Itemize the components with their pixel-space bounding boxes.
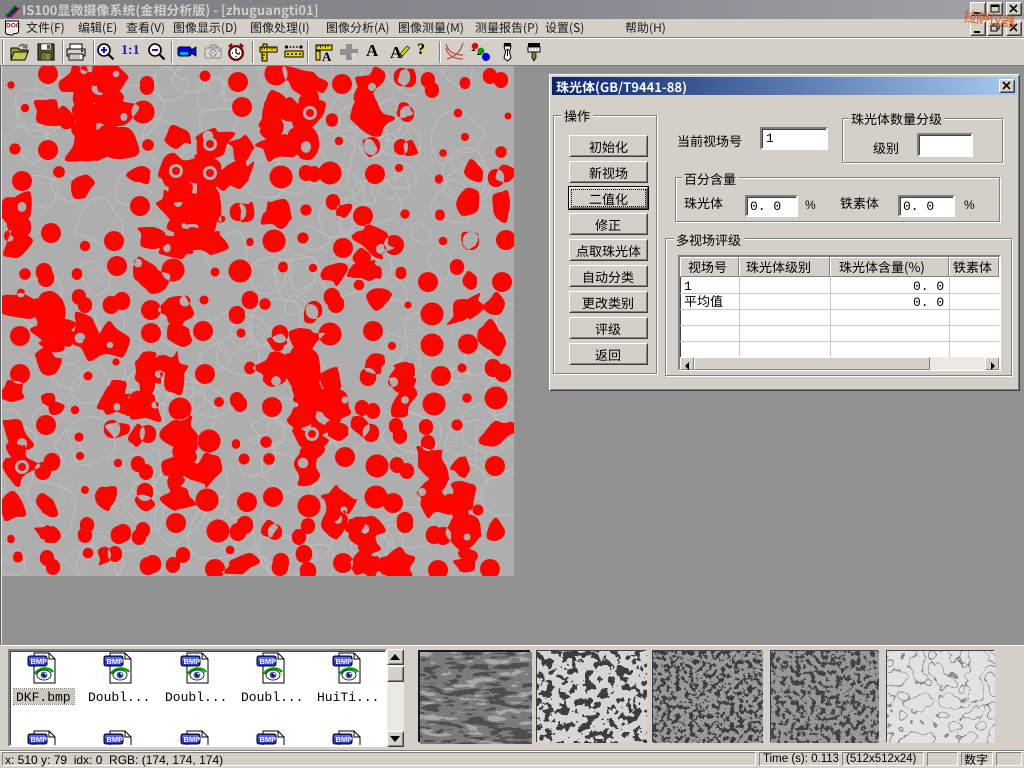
svg-text:BMP: BMP — [31, 735, 48, 744]
svg-text:BMP: BMP — [336, 735, 353, 744]
svg-text:BMP: BMP — [107, 735, 124, 744]
svg-text:A: A — [322, 49, 332, 62]
svg-text:DOC: DOC — [6, 23, 20, 30]
svg-text:BMP: BMP — [184, 735, 201, 744]
svg-text:BMP: BMP — [260, 735, 277, 744]
